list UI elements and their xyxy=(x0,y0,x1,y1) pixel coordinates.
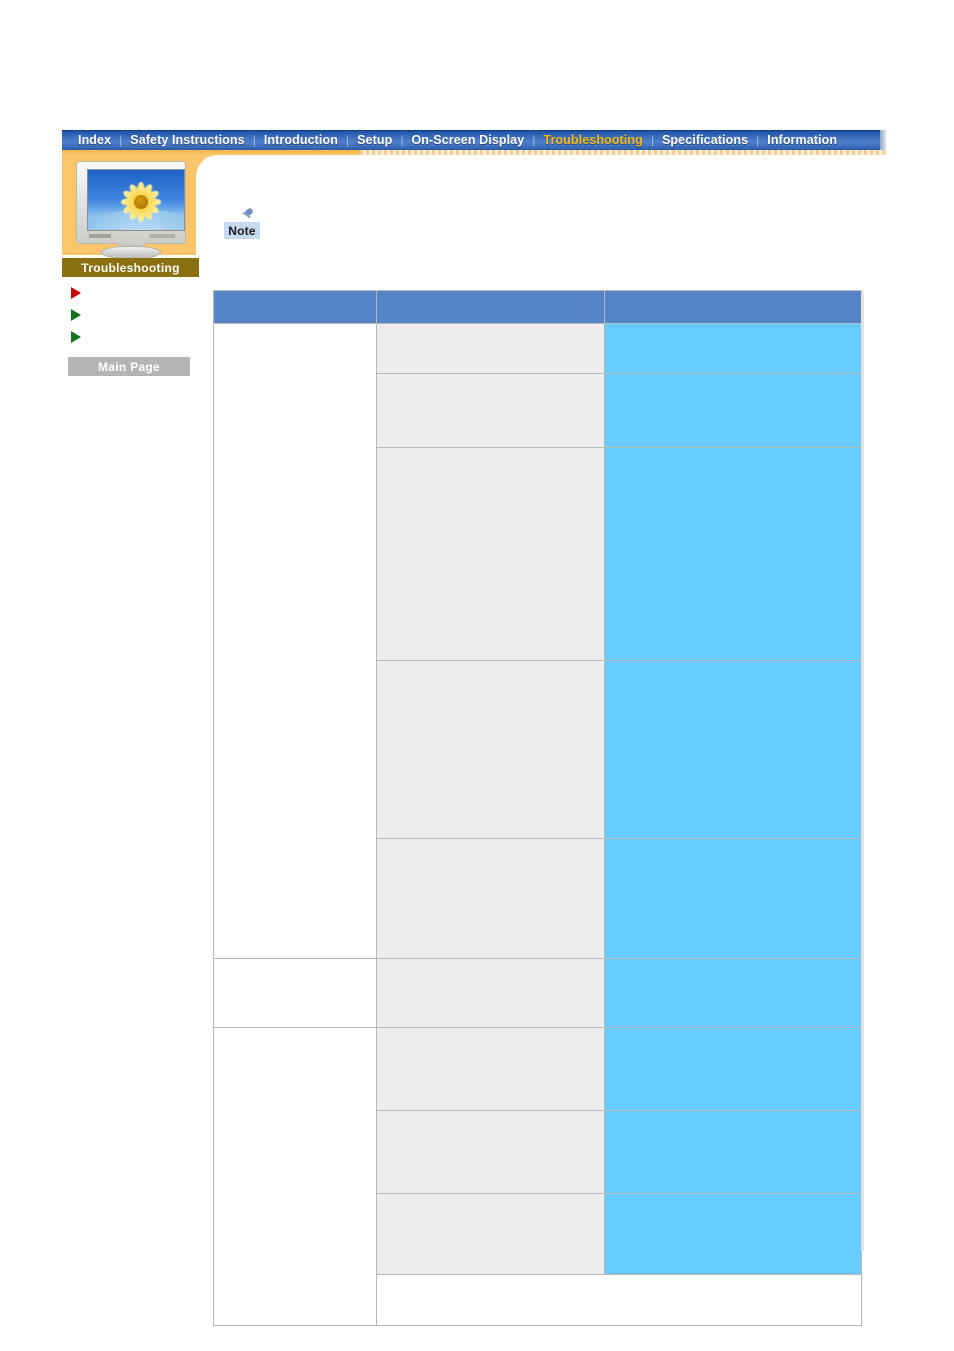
red-triangle-icon xyxy=(71,287,81,299)
table-header-cell-2 xyxy=(377,291,604,323)
table-cell-solution xyxy=(605,959,861,1027)
table-row xyxy=(214,324,861,958)
table-cell-checklist xyxy=(377,959,604,1027)
table-cell-symptom-group-2 xyxy=(214,959,376,1027)
table-cell-symptom-group-3 xyxy=(214,1028,376,1325)
table-row xyxy=(214,959,861,1027)
table-header-row xyxy=(214,291,861,323)
sidebar-section-title-label: Troubleshooting xyxy=(81,260,180,275)
sidebar-link-1[interactable] xyxy=(71,283,201,303)
sidebar-link-2[interactable] xyxy=(71,305,201,325)
note-badge: Note xyxy=(224,222,260,239)
table-cell-solution xyxy=(605,661,861,839)
nav-item-troubleshooting[interactable]: Troubleshooting xyxy=(535,131,650,150)
main-navigation-bar: Index | Safety Instructions | Introducti… xyxy=(62,130,886,150)
sidebar-link-3[interactable] xyxy=(71,327,201,347)
table-cell-solution xyxy=(605,374,861,447)
table-cell-checklist xyxy=(377,374,604,447)
table-cell-solution xyxy=(605,324,861,374)
troubleshooting-table xyxy=(213,290,862,1326)
green-triangle-icon xyxy=(71,309,81,321)
table-cell-checklist xyxy=(377,324,604,374)
sidebar: Troubleshooting Main Page xyxy=(62,155,204,395)
table-cell-full-width xyxy=(377,1275,861,1325)
main-page-button[interactable]: Main Page xyxy=(68,357,190,376)
green-triangle-icon xyxy=(71,331,81,343)
table-header-cell-3 xyxy=(605,291,861,323)
table-cell-solution xyxy=(605,839,861,958)
monitor-sunflower-thumbnail-icon xyxy=(72,161,190,259)
navbar-right-edge xyxy=(880,130,886,152)
table-cell-checklist xyxy=(377,447,604,661)
table-right-shadow xyxy=(861,291,864,1251)
nav-item-specifications[interactable]: Specifications xyxy=(654,131,756,150)
table-cell-checklist xyxy=(377,1194,604,1274)
nav-item-safety-instructions[interactable]: Safety Instructions xyxy=(122,131,252,150)
table-cell-solution xyxy=(605,1028,861,1110)
main-page-button-label: Main Page xyxy=(97,359,161,374)
table-cell-solution xyxy=(605,447,861,661)
table-cell-solution xyxy=(605,1111,861,1193)
table-cell-symptom-group-1 xyxy=(214,324,376,958)
table-cell-solution xyxy=(605,1194,861,1274)
nav-item-setup[interactable]: Setup xyxy=(349,131,400,150)
table-cell-checklist xyxy=(377,839,604,958)
nav-item-introduction[interactable]: Introduction xyxy=(256,131,346,150)
table-header-cell-1 xyxy=(214,291,376,323)
nav-item-information[interactable]: Information xyxy=(759,131,845,150)
note-badge-label: Note xyxy=(228,223,256,238)
sidebar-section-title: Troubleshooting xyxy=(62,258,199,277)
nav-item-on-screen-display[interactable]: On-Screen Display xyxy=(403,131,532,150)
page-root: Index | Safety Instructions | Introducti… xyxy=(0,0,954,1351)
table-row xyxy=(214,1028,861,1325)
table-cell-checklist xyxy=(377,1111,604,1193)
table-cell-checklist xyxy=(377,661,604,839)
table-cell-checklist xyxy=(377,1028,604,1110)
nav-item-index[interactable]: Index xyxy=(70,131,119,150)
